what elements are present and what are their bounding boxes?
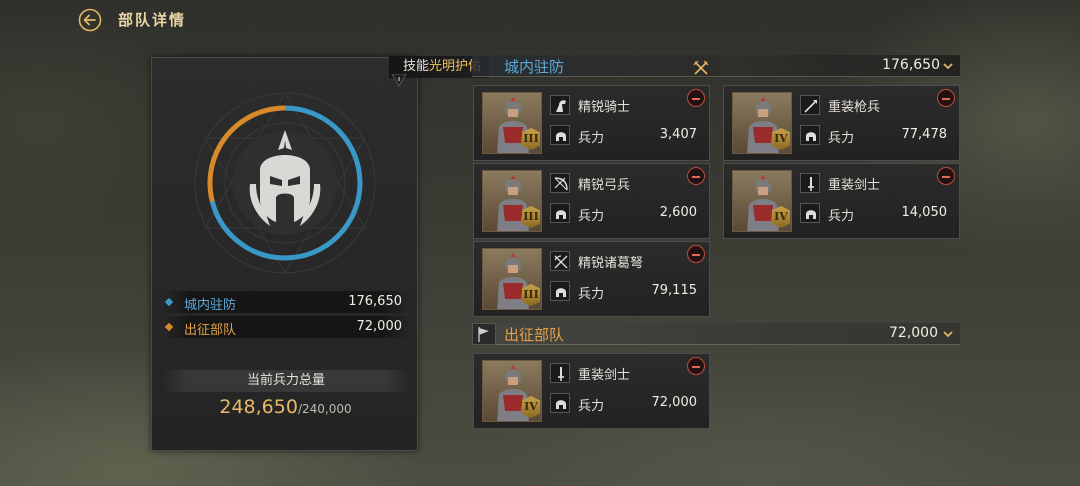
- march-total: 72,000: [889, 325, 938, 341]
- garrison-marker-icon: [164, 297, 174, 307]
- crossed-swords-icon[interactable]: [692, 59, 710, 77]
- back-arrow-icon[interactable]: [78, 8, 102, 32]
- chevron-down-icon[interactable]: [942, 328, 954, 340]
- force-value: 72,000: [651, 395, 698, 410]
- troop-portrait: IV: [732, 170, 792, 232]
- troop-card[interactable]: III 精锐诸葛弩兵力 79,115: [473, 241, 710, 317]
- rank-badge: IV: [772, 206, 790, 228]
- helmet-icon: [800, 203, 820, 223]
- force-value: 3,407: [659, 127, 697, 142]
- remove-unit-button[interactable]: [937, 167, 955, 185]
- stat-row-garrison: 城内驻防 176,650: [162, 291, 410, 313]
- troop-card[interactable]: III 精锐弓兵兵力 2,600: [473, 163, 710, 239]
- troop-portrait: IV: [732, 92, 792, 154]
- troop-name: 重装枪兵: [828, 100, 881, 115]
- troop-ratio-ring: [194, 92, 376, 274]
- force-label: 兵力: [578, 209, 605, 224]
- troop-name: 精锐骑士: [578, 100, 631, 115]
- total-troops-value: 248,650/240,000: [152, 396, 419, 418]
- force-label: 兵力: [828, 131, 855, 146]
- total-troops-label: 当前兵力总量: [162, 370, 410, 392]
- horse-icon: [550, 95, 570, 115]
- troop-card[interactable]: IV 重装枪兵兵力 77,478: [723, 85, 960, 161]
- skill-prefix: 技能: [403, 59, 430, 74]
- force-value: 77,478: [901, 127, 948, 142]
- rank-badge: IV: [772, 128, 790, 150]
- troop-name: 精锐诸葛弩: [578, 256, 644, 271]
- troop-card[interactable]: III 精锐骑士兵力 3,407: [473, 85, 710, 161]
- troop-portrait: III: [482, 170, 542, 232]
- flag-icon: [472, 323, 496, 345]
- march-section-header[interactable]: 出征部队 72,000: [472, 323, 960, 345]
- remove-unit-button[interactable]: [687, 357, 705, 375]
- stat-label: 出征部队: [184, 323, 237, 338]
- march-title: 出征部队: [504, 326, 565, 344]
- bow-icon: [550, 173, 570, 193]
- troop-summary-panel: 城内驻防 176,650 出征部队 72,000 当前兵力总量 248,650/…: [151, 57, 418, 451]
- rank-badge: IV: [522, 396, 540, 418]
- crossbow-icon: [550, 251, 570, 271]
- stat-label: 城内驻防: [184, 298, 237, 313]
- garrison-total-bar[interactable]: 176,650: [720, 55, 960, 77]
- rank-badge: III: [522, 284, 540, 306]
- force-value: 79,115: [651, 283, 698, 298]
- helmet-icon: [550, 125, 570, 145]
- force-label: 兵力: [578, 399, 605, 414]
- force-label: 兵力: [578, 131, 605, 146]
- spear-icon: [800, 95, 820, 115]
- troop-portrait: III: [482, 248, 542, 310]
- helmet-icon: [550, 393, 570, 413]
- troop-portrait: IV: [482, 360, 542, 422]
- sword-icon: [800, 173, 820, 193]
- page-title: 部队详情: [118, 11, 187, 29]
- helmet-icon: [550, 203, 570, 223]
- force-label: 兵力: [578, 287, 605, 302]
- skill-pointer-icon: [391, 74, 407, 87]
- troop-name: 精锐弓兵: [578, 178, 631, 193]
- stat-value: 176,650: [348, 294, 402, 309]
- march-marker-icon: [164, 322, 174, 332]
- helmet-icon: [800, 125, 820, 145]
- troop-name: 重装剑士: [828, 178, 881, 193]
- stat-row-march: 出征部队 72,000: [162, 316, 410, 338]
- remove-unit-button[interactable]: [687, 245, 705, 263]
- garrison-total: 176,650: [882, 57, 940, 73]
- troop-name: 重装剑士: [578, 368, 631, 383]
- total-current: 248,650: [219, 396, 298, 418]
- garrison-title: 城内驻防: [504, 58, 565, 76]
- force-value: 2,600: [659, 205, 697, 220]
- total-capacity: /240,000: [297, 402, 352, 416]
- sword-icon: [550, 363, 570, 383]
- troop-portrait: III: [482, 92, 542, 154]
- troop-card[interactable]: IV 重装剑士兵力 14,050: [723, 163, 960, 239]
- rank-badge: III: [522, 206, 540, 228]
- garrison-section-header: 城内驻防: [472, 55, 720, 77]
- rank-badge: III: [522, 128, 540, 150]
- remove-unit-button[interactable]: [687, 89, 705, 107]
- force-value: 14,050: [901, 205, 948, 220]
- stat-value: 72,000: [356, 319, 403, 334]
- remove-unit-button[interactable]: [687, 167, 705, 185]
- troop-card[interactable]: IV 重装剑士兵力 72,000: [473, 353, 710, 429]
- remove-unit-button[interactable]: [937, 89, 955, 107]
- chevron-down-icon[interactable]: [942, 60, 954, 72]
- force-label: 兵力: [828, 209, 855, 224]
- helmet-icon: [550, 281, 570, 301]
